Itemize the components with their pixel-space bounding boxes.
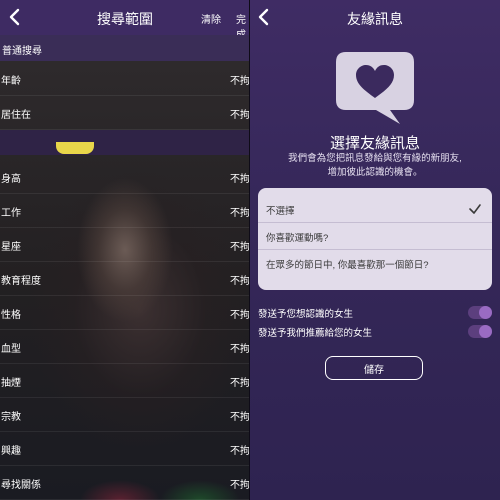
save-button[interactable]: 儲存: [325, 356, 423, 380]
send-to-wanted-toggle[interactable]: [468, 306, 492, 319]
filter-value: 不拘: [230, 344, 250, 355]
page-title: 友緣訊息: [347, 11, 403, 27]
search-range-screen: 搜尋範圍 清除 完成 普通搜尋 年齡 不拘 居住在 不拘 身高 不拘 工作 不拘…: [0, 0, 250, 500]
section-header-label: 普通搜尋: [2, 46, 42, 57]
filter-label: 年齡: [1, 76, 21, 87]
filter-label: 居住在: [1, 110, 31, 121]
option-festival[interactable]: 在眾多的節日中, 你最喜歡那一個節日?: [258, 249, 492, 276]
filter-value: 不拘: [230, 446, 250, 457]
toggle-row-recommended: 發送予我們推薦給您的女生: [250, 323, 500, 341]
filter-row-smoking[interactable]: 抽煙 不拘: [0, 363, 250, 398]
filter-row-education[interactable]: 教育程度 不拘: [0, 261, 250, 296]
filter-value: 不拘: [230, 110, 250, 121]
filter-row-location[interactable]: 居住在 不拘: [0, 95, 250, 130]
filter-row-age[interactable]: 年齡 不拘: [0, 61, 250, 96]
send-to-recommended-toggle[interactable]: [468, 325, 492, 338]
filter-label: 工作: [1, 208, 21, 219]
filter-label: 興趣: [1, 446, 21, 457]
filter-row-job[interactable]: 工作 不拘: [0, 193, 250, 228]
heart-speech-bubble-icon: [336, 52, 414, 124]
filter-value: 不拘: [230, 480, 250, 491]
filter-label: 教育程度: [1, 276, 41, 287]
option-none[interactable]: 不選擇: [258, 196, 492, 222]
filter-row-religion[interactable]: 宗教 不拘: [0, 397, 250, 432]
filter-label: 抽煙: [1, 378, 21, 389]
toggle-label: 發送予我們推薦給您的女生: [258, 328, 373, 339]
friendship-message-screen: 友緣訊息 選擇友緣訊息 我們會為您把訊息發給與您有緣的新朋友, 增加彼此認識的機…: [250, 0, 500, 500]
filter-value: 不拘: [230, 412, 250, 423]
filter-label: 宗教: [1, 412, 21, 423]
toggle-label: 發送予您想認識的女生: [258, 309, 354, 320]
filter-value: 不拘: [230, 76, 250, 87]
filter-value: 不拘: [230, 310, 250, 321]
yellow-shape: [56, 142, 94, 154]
filter-value: 不拘: [230, 174, 250, 185]
option-label: 在眾多的節日中, 你最喜歡那一個節日?: [266, 260, 429, 271]
filter-label: 性格: [1, 310, 21, 321]
toggle-knob: [479, 325, 492, 338]
top-bar: 搜尋範圍 清除 完成: [0, 0, 250, 41]
message-options-list: 不選擇 你喜歡運動嗎? 在眾多的節日中, 你最喜歡那一個節日?: [258, 188, 492, 290]
filter-value: 不拘: [230, 242, 250, 253]
toggle-row-wanted: 發送予您想認識的女生: [250, 304, 500, 322]
section-header: 普通搜尋: [0, 35, 250, 61]
description-line-1: 我們會為您把訊息發給與您有緣的新朋友,: [288, 153, 462, 164]
checkmark-icon: [469, 204, 481, 214]
filter-row-blood-type[interactable]: 血型 不拘: [0, 329, 250, 364]
filter-label: 星座: [1, 242, 21, 253]
filter-row-height[interactable]: 身高 不拘: [0, 159, 250, 194]
filter-value: 不拘: [230, 276, 250, 287]
filter-row-zodiac[interactable]: 星座 不拘: [0, 227, 250, 262]
photo-overlay-band: [0, 130, 250, 155]
filter-row-personality[interactable]: 性格 不拘: [0, 295, 250, 330]
filter-label: 身高: [1, 174, 21, 185]
filter-label: 血型: [1, 344, 21, 355]
description-line-2: 增加彼此認識的機會。: [327, 167, 423, 178]
toggle-knob: [479, 306, 492, 319]
filter-value: 不拘: [230, 208, 250, 219]
filter-row-relationship[interactable]: 尋找關係 不拘: [0, 465, 250, 500]
filter-row-interests[interactable]: 興趣 不拘: [0, 431, 250, 466]
option-label: 不選擇: [266, 206, 295, 217]
clear-button[interactable]: 清除: [201, 11, 221, 26]
option-sports[interactable]: 你喜歡運動嗎?: [258, 222, 492, 249]
filter-label: 尋找關係: [1, 480, 41, 491]
filter-value: 不拘: [230, 378, 250, 389]
option-label: 你喜歡運動嗎?: [266, 233, 329, 244]
